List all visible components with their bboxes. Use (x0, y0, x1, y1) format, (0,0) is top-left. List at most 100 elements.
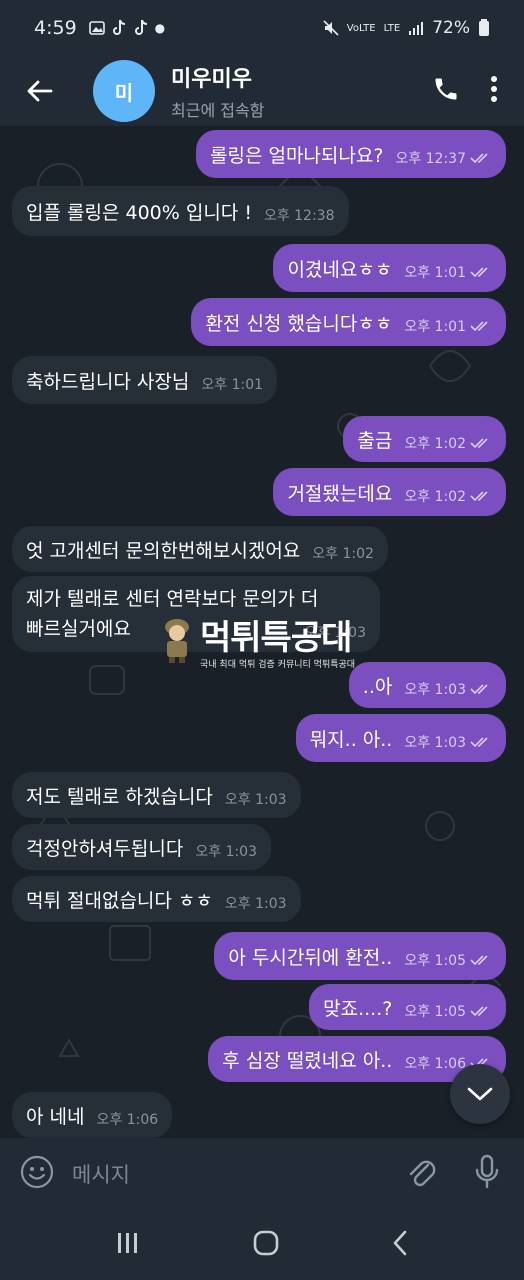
message-outgoing[interactable]: 롤링은 얼마나되나요? 오후 12:37 (195, 130, 506, 178)
message-text: 아 네네 (26, 1105, 85, 1128)
double-check-icon (470, 491, 488, 502)
status-right: VoLTE LTE 72% (323, 18, 490, 38)
voice-button[interactable] (474, 1154, 500, 1194)
message-time: 오후 1:01 (201, 377, 264, 393)
message-time: 오후 1:01 (404, 265, 466, 281)
message-text: 엇 고개센터 문의한번해보시겠어요 (26, 539, 301, 562)
emoji-button[interactable] (20, 1155, 54, 1193)
system-back-button[interactable] (392, 1230, 408, 1260)
more-menu-button[interactable] (490, 76, 498, 106)
message-outgoing[interactable]: ..아 오후 1:03 (348, 662, 506, 708)
scroll-to-bottom-button[interactable] (450, 1064, 510, 1124)
message-meta: 오후 1:01 (404, 262, 492, 282)
message-meta: 오후 1:05 (404, 1001, 492, 1021)
arrow-left-icon (27, 80, 53, 102)
message-text: 거절됐는데요 (287, 482, 393, 505)
double-check-icon (470, 438, 488, 449)
status-notification-icons: ● (88, 19, 166, 37)
message-text: 축하드립니다 사장님 (26, 370, 190, 393)
message-text: 출금 (357, 429, 393, 452)
contact-name: 미우미우 (171, 67, 252, 92)
recents-icon (118, 1233, 138, 1253)
chevron-left-icon (393, 1230, 406, 1256)
message-time: 오후 1:01 (404, 319, 466, 335)
message-incoming[interactable]: 아 네네 오후 1:06 (12, 1092, 173, 1138)
message-meta: 오후 1:03 (195, 841, 257, 861)
battery-icon (479, 19, 489, 36)
message-incoming[interactable]: 먹튀 절대없습니다 ㅎㅎ 오후 1:03 (12, 876, 301, 922)
attach-button[interactable] (406, 1155, 436, 1193)
message-incoming[interactable]: 엇 고개센터 문의한번해보시겠어요 오후 1:02 (12, 526, 388, 572)
message-meta: 오후 1:05 (404, 950, 492, 970)
message-outgoing[interactable]: 환전 신청 했습니다ㅎㅎ 오후 1:01 (191, 298, 506, 346)
status-time: 4:59 (34, 17, 77, 39)
message-outgoing[interactable]: 아 두시간뒤에 환전.. 오후 1:05 (214, 932, 506, 980)
home-button[interactable] (253, 1230, 279, 1260)
message-time: 오후 1:03 (195, 844, 257, 860)
message-text: 롤링은 얼마나되나요? (209, 144, 384, 167)
message-time: 오후 1:06 (404, 1056, 466, 1072)
message-time: 오후 1:05 (404, 1004, 466, 1020)
message-input[interactable]: 메시지 (72, 1159, 130, 1189)
chat-header: 미 미우미우 최근에 접속함 (0, 56, 524, 126)
header-actions (432, 75, 524, 107)
battery-percent: 72% (432, 18, 470, 38)
message-outgoing[interactable]: 거절됐는데요 오후 1:02 (273, 468, 506, 516)
gallery-icon (88, 21, 105, 35)
message-meta: 오후 1:01 (404, 316, 492, 336)
message-meta: 오후 1:03 (404, 679, 492, 699)
watermark: 먹튀특공대 국내 최대 먹튀 검증 커뮤니티 먹튀특공대 (160, 610, 380, 670)
chat-area[interactable]: 롤링은 얼마나되나요? 오후 12:37 입플 롤링은 400% 입니다 ! 오… (0, 126, 524, 1138)
tiktok-icon (112, 19, 125, 35)
message-time: 오후 1:03 (224, 896, 287, 912)
message-outgoing[interactable]: 뭐지.. 아.. 오후 1:03 (295, 714, 506, 762)
message-incoming[interactable]: 축하드립니다 사장님 오후 1:01 (12, 356, 278, 404)
message-time: 오후 1:06 (96, 1112, 159, 1128)
message-text: 맞죠....? (323, 997, 393, 1020)
message-incoming[interactable]: 걱정안하셔두됩니다 오후 1:03 (12, 824, 271, 870)
recents-button[interactable] (116, 1232, 140, 1258)
dot-icon: ● (154, 21, 166, 35)
network-type: LTE (383, 22, 401, 34)
double-check-icon (470, 684, 488, 695)
message-time: 오후 1:03 (404, 735, 466, 751)
message-time: 오후 1:02 (404, 489, 466, 505)
message-input-bar: 메시지 (0, 1138, 524, 1210)
message-outgoing[interactable]: 맞죠....? 오후 1:05 (309, 984, 506, 1030)
call-button[interactable] (432, 75, 460, 107)
message-text: ..아 (362, 675, 393, 698)
message-meta: 오후 1:02 (404, 433, 492, 453)
message-incoming[interactable]: 입플 롤링은 400% 입니다 ! 오후 12:38 (12, 186, 349, 236)
back-button[interactable] (0, 56, 80, 126)
chat-info[interactable]: 미우미우 최근에 접속함 (171, 61, 264, 121)
tiktok-icon (134, 19, 147, 35)
message-incoming[interactable]: 저도 텔래로 하겠습니다 오후 1:03 (12, 772, 301, 818)
message-meta: 오후 1:02 (312, 543, 374, 563)
message-meta: 오후 1:06 (96, 1109, 158, 1129)
message-outgoing[interactable]: 이겼네요ㅎㅎ 오후 1:01 (273, 244, 506, 292)
mascot-logo (165, 619, 189, 663)
system-nav-bar (0, 1210, 524, 1280)
paperclip-icon (409, 1160, 436, 1187)
input-actions (406, 1154, 504, 1194)
message-meta: 오후 12:37 (395, 148, 492, 168)
microphone-icon (475, 1154, 499, 1189)
message-text-line: 빠르실거에요 (26, 618, 131, 640)
double-check-icon (470, 737, 488, 748)
message-outgoing[interactable]: 출금 오후 1:02 (343, 416, 506, 462)
message-time: 오후 1:02 (312, 546, 374, 562)
message-text: 후 심장 떨렸네요 아.. (222, 1049, 393, 1072)
message-text: 먹튀 절대없습니다 ㅎㅎ (26, 889, 213, 912)
message-text: 아 두시간뒤에 환전.. (228, 946, 393, 969)
message-text: 뭐지.. 아.. (309, 728, 393, 751)
signal-icon (409, 22, 424, 35)
message-meta: 오후 1:03 (404, 732, 492, 752)
message-meta: 오후 1:02 (404, 486, 492, 506)
message-meta: 오후 1:01 (201, 374, 263, 394)
message-time: 오후 1:05 (404, 953, 466, 969)
avatar[interactable]: 미 (93, 60, 155, 122)
double-check-icon (470, 267, 488, 278)
message-text: 저도 텔래로 하겠습니다 (26, 785, 213, 808)
home-icon (253, 1230, 279, 1256)
message-text: 입플 롤링은 400% 입니다 ! (26, 201, 252, 224)
